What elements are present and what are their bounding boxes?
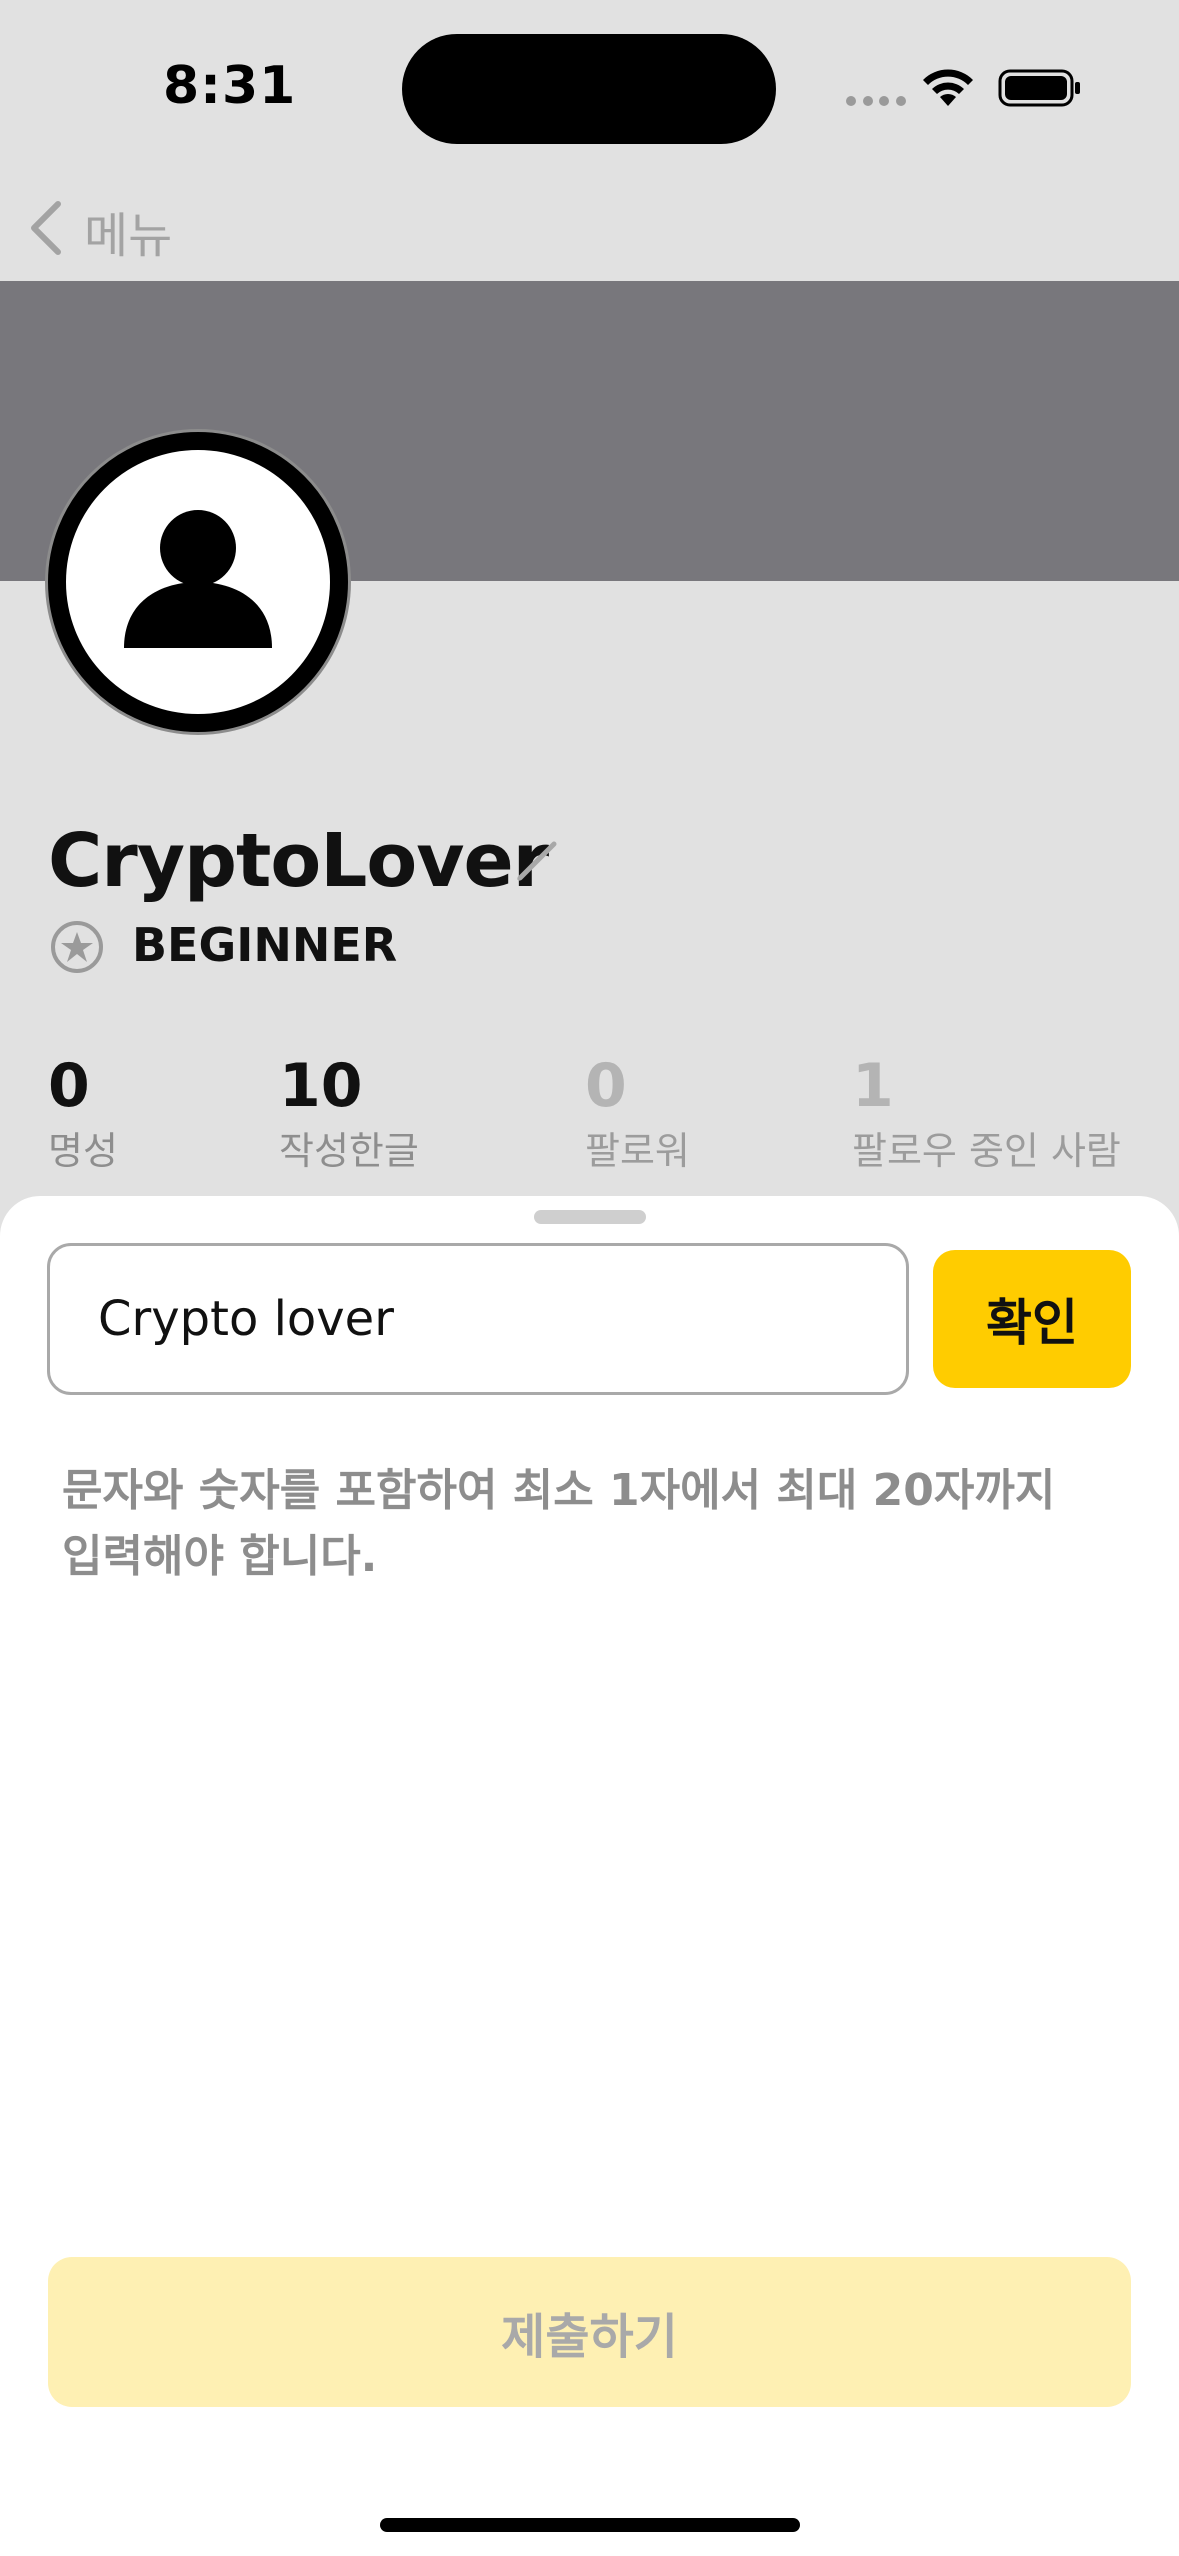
- stat-value: 0: [48, 1051, 90, 1121]
- navigation-bar: [0, 180, 1179, 280]
- stat-label: 명성: [48, 1129, 118, 1173]
- confirm-button[interactable]: 확인: [933, 1250, 1131, 1388]
- back-button-label[interactable]: 메뉴: [84, 196, 172, 266]
- submit-button[interactable]: 제출하기: [48, 2257, 1131, 2407]
- dynamic-island: [402, 34, 776, 144]
- stat-label: 팔로우 중인 사람: [852, 1129, 1121, 1173]
- star-badge-icon: [51, 921, 103, 973]
- level-label: BEGINNER: [132, 918, 398, 972]
- stat-value: 0: [585, 1051, 627, 1121]
- stat-following[interactable]: 1 팔로우 중인 사람: [852, 1050, 1121, 1176]
- stat-posts[interactable]: 10 작성한글: [279, 1050, 419, 1176]
- stat-label: 작성한글: [279, 1129, 419, 1173]
- signal-dots-icon: [846, 96, 906, 106]
- chevron-left-icon[interactable]: [26, 198, 66, 258]
- nickname-input[interactable]: [47, 1243, 909, 1395]
- profile-username: CryptoLover: [48, 818, 549, 904]
- user-icon: [124, 510, 272, 648]
- stat-followers[interactable]: 0 팔로워: [585, 1050, 690, 1176]
- nickname-help-text: 문자와 숫자를 포함하여 최소 1자에서 최대 20자까지 입력해야 합니다.: [62, 1458, 1142, 1590]
- wifi-icon: [923, 69, 973, 106]
- stat-value: 10: [279, 1051, 363, 1121]
- stat-label: 팔로워: [585, 1129, 690, 1173]
- home-indicator: [380, 2518, 800, 2532]
- help-text-line: 입력해야 합니다.: [62, 1531, 378, 1582]
- stat-value: 1: [852, 1051, 894, 1121]
- help-text-line: 문자와 숫자를 포함하여 최소 1자에서 최대 20자까지: [62, 1465, 1056, 1516]
- pencil-icon[interactable]: [514, 838, 560, 884]
- sheet-grabber[interactable]: [534, 1210, 646, 1224]
- status-time: 8:31: [163, 56, 297, 116]
- status-bar: 8:31: [0, 0, 1179, 180]
- avatar[interactable]: [48, 432, 348, 732]
- stat-reputation: 0 명성: [48, 1050, 118, 1176]
- battery-icon: [998, 69, 1080, 107]
